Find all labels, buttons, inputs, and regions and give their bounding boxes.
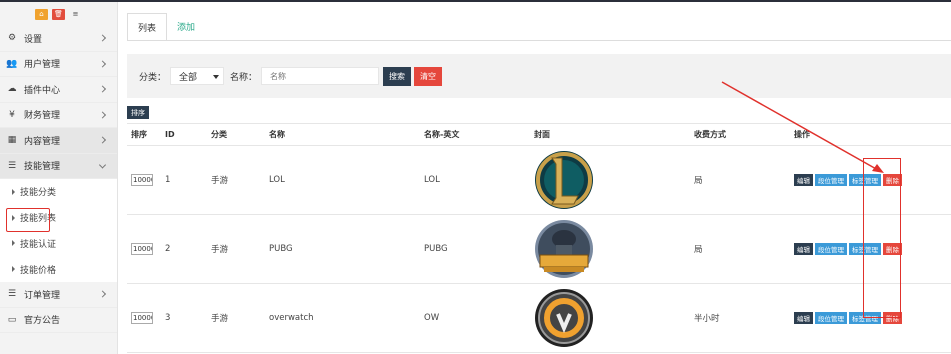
annotation-highlight-box: [863, 158, 901, 318]
annotation-arrow: [721, 81, 884, 173]
